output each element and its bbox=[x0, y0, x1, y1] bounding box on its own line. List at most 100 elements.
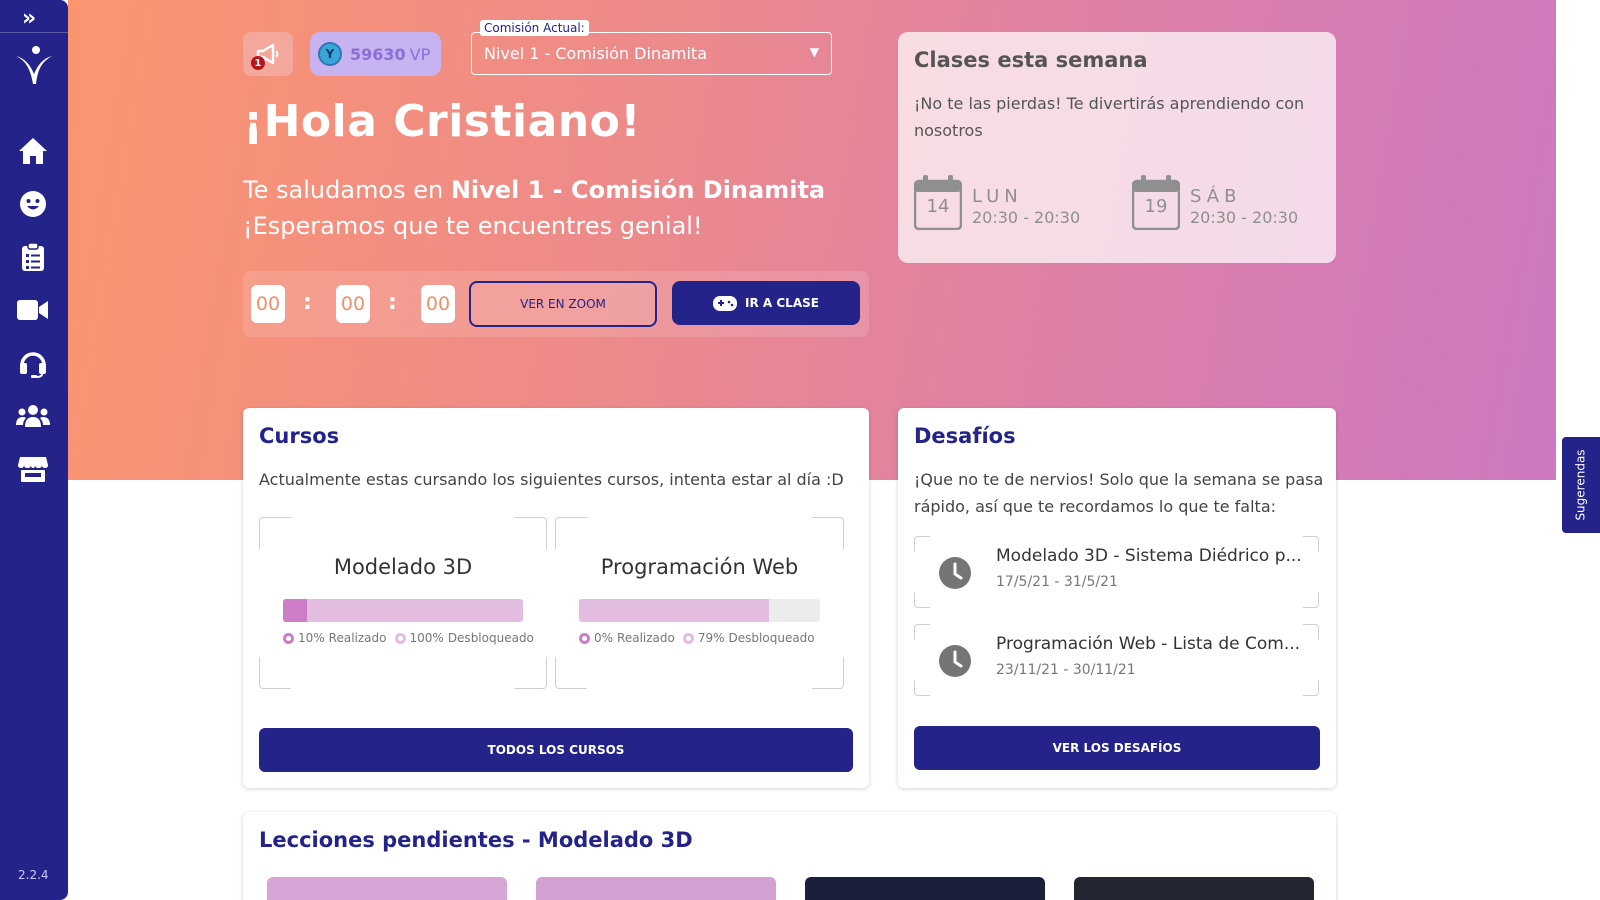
vp-points-badge[interactable]: Y 59630 VP bbox=[310, 32, 441, 76]
course-name: Programación Web bbox=[600, 555, 799, 579]
sidebar-item-profile[interactable] bbox=[16, 187, 50, 221]
announcements-button[interactable] bbox=[243, 32, 293, 76]
done-dot-icon bbox=[283, 632, 294, 644]
zoom-button[interactable]: VER EN ZOOM bbox=[469, 281, 657, 327]
course-item[interactable]: Modelado 3D 10% Realizado 100% Desbloque… bbox=[259, 517, 547, 689]
sidebar-item-home[interactable] bbox=[16, 134, 50, 168]
sidebar-item-community[interactable] bbox=[16, 399, 50, 433]
done-value: 10% bbox=[298, 631, 325, 645]
sidebar-item-tasks[interactable] bbox=[16, 240, 50, 274]
caret-down-icon: ▼ bbox=[809, 45, 819, 59]
vp-points: 59630 bbox=[350, 44, 406, 64]
go-to-class-label: IR A CLASE bbox=[745, 296, 819, 310]
lesson-thumbnail[interactable] bbox=[267, 877, 507, 900]
sidebar-divider bbox=[0, 32, 68, 33]
sidebar-item-videos[interactable] bbox=[16, 293, 50, 327]
welcome-prefix: Te saludamos en bbox=[243, 176, 451, 204]
timer-minutes: 00 bbox=[336, 285, 370, 323]
challenges-description: ¡Que no te de nervios! Solo que la seman… bbox=[914, 470, 1324, 516]
unlock-value: 79% bbox=[697, 631, 725, 645]
suggestions-label: Sugerendas bbox=[1574, 449, 1589, 521]
sidebar-item-store[interactable] bbox=[16, 452, 50, 486]
courses-title: Cursos bbox=[259, 424, 340, 448]
done-text: Realizado bbox=[328, 631, 387, 645]
progress-legend: 10% Realizado 100% Desbloqueado bbox=[283, 631, 534, 645]
challenge-dates: 23/11/21 - 30/11/21 bbox=[996, 662, 1136, 678]
frame-corner bbox=[812, 517, 844, 549]
video-camera-icon bbox=[17, 300, 48, 320]
frame-corner bbox=[914, 592, 930, 608]
store-icon bbox=[18, 457, 48, 482]
wish-line: ¡Esperamos que te encuentres genial! bbox=[243, 212, 703, 240]
done-dot-icon bbox=[579, 632, 590, 644]
go-to-class-button[interactable]: IR A CLASE bbox=[672, 281, 860, 325]
suggestions-tab[interactable]: Sugerendas bbox=[1562, 437, 1600, 533]
week-description: ¡No te las pierdas! Te divertirás aprend… bbox=[914, 94, 1305, 140]
frame-corner bbox=[259, 517, 291, 549]
headset-icon bbox=[20, 352, 46, 378]
lesson-thumbnail[interactable] bbox=[1074, 877, 1314, 900]
class-day-time: 20:30 - 20:30 bbox=[1190, 208, 1299, 227]
notification-badge: 1 bbox=[251, 56, 265, 70]
class-day-name: LUN bbox=[972, 186, 1023, 207]
challenge-item[interactable]: Programación Web - Lista de Com... 23/11… bbox=[914, 624, 1319, 696]
week-title: Clases esta semana bbox=[914, 48, 1148, 72]
gamepad-icon bbox=[713, 295, 738, 311]
all-courses-button[interactable]: TODOS LOS CURSOS bbox=[259, 728, 853, 772]
view-challenges-button[interactable]: VER LOS DESAFÍOS bbox=[914, 726, 1320, 770]
welcome-line: Te saludamos en Nivel 1 - Comisión Dinam… bbox=[243, 176, 825, 204]
challenges-card: Desafíos ¡Que no te de nervios! Solo que… bbox=[898, 408, 1336, 788]
frame-corner bbox=[555, 517, 587, 549]
course-name: Modelado 3D bbox=[333, 555, 473, 579]
challenge-title: Programación Web - Lista de Com... bbox=[996, 634, 1301, 654]
lesson-thumbnail[interactable] bbox=[805, 877, 1045, 900]
frame-corner bbox=[1303, 592, 1319, 608]
unlock-text: Desbloqueado bbox=[728, 631, 815, 645]
group-icon bbox=[16, 405, 50, 427]
frame-corner bbox=[515, 517, 547, 549]
timer-separator: : bbox=[388, 290, 397, 315]
lesson-thumbnail[interactable] bbox=[536, 877, 776, 900]
commission-value: Nivel 1 - Comisión Dinamita bbox=[484, 44, 707, 63]
brand-logo[interactable] bbox=[12, 44, 56, 88]
progress-legend: 0% Realizado 79% Desbloqueado bbox=[579, 631, 815, 645]
vp-unit: VP bbox=[409, 44, 431, 64]
commission-select[interactable]: Nivel 1 - Comisión Dinamita ▼ bbox=[471, 32, 832, 75]
timer-separator: : bbox=[303, 290, 312, 315]
unlock-value: 100% bbox=[409, 631, 444, 645]
clock-icon bbox=[939, 557, 971, 589]
challenges-title: Desafíos bbox=[914, 424, 1016, 448]
course-progress-bar bbox=[579, 599, 820, 622]
course-progress-bar bbox=[283, 599, 523, 622]
frame-corner bbox=[914, 680, 930, 696]
timer-hours: 00 bbox=[251, 285, 285, 323]
frame-corner bbox=[515, 657, 547, 689]
unlock-dot-icon bbox=[394, 632, 406, 644]
class-day-time: 20:30 - 20:30 bbox=[972, 208, 1081, 227]
courses-description: Actualmente estas cursando los siguiente… bbox=[259, 470, 844, 489]
frame-corner bbox=[914, 536, 930, 552]
pending-lessons-title: Lecciones pendientes - Modelado 3D bbox=[259, 828, 693, 852]
home-icon bbox=[19, 138, 47, 164]
frame-corner bbox=[812, 657, 844, 689]
unlock-text: Desbloqueado bbox=[447, 631, 534, 645]
challenge-item[interactable]: Modelado 3D - Sistema Diédrico p... 17/5… bbox=[914, 536, 1319, 608]
sidebar-item-support[interactable] bbox=[16, 346, 50, 380]
double-chevron-right-icon[interactable]: » bbox=[22, 6, 36, 31]
commission-label: Comisión Actual: bbox=[480, 20, 589, 36]
frame-corner bbox=[1303, 536, 1319, 552]
greeting-title: ¡Hola Cristiano! bbox=[243, 96, 641, 147]
unlock-dot-icon bbox=[682, 632, 694, 644]
frame-corner bbox=[1303, 680, 1319, 696]
challenge-title: Modelado 3D - Sistema Diédrico p... bbox=[996, 546, 1302, 566]
frame-corner bbox=[555, 657, 587, 689]
sidebar: » 2.2.4 bbox=[0, 0, 68, 900]
clipboard-icon bbox=[22, 242, 44, 271]
clock-icon bbox=[939, 645, 971, 677]
course-item[interactable]: Programación Web 0% Realizado 79% Desblo… bbox=[555, 517, 844, 689]
done-value: 0% bbox=[594, 631, 614, 645]
class-day-number: 19 bbox=[1144, 196, 1168, 217]
app-version: 2.2.4 bbox=[18, 868, 49, 882]
welcome-level: Nivel 1 - Comisión Dinamita bbox=[450, 176, 826, 204]
class-day-number: 14 bbox=[926, 196, 950, 217]
